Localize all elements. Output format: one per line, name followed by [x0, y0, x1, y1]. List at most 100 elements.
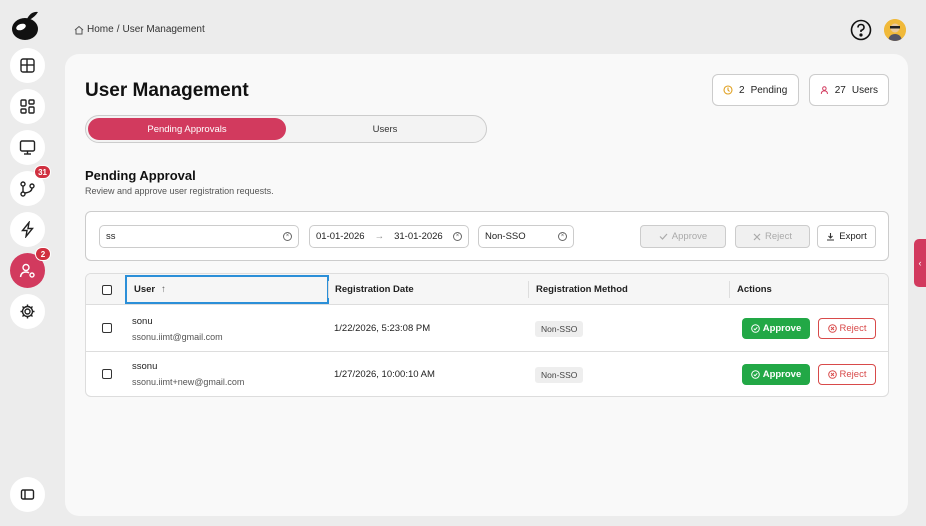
row-checkbox[interactable]	[102, 369, 112, 379]
main-panel: User Management 2 Pending 27 Users Pendi…	[65, 54, 908, 516]
sidebar-item-monitor[interactable]	[10, 130, 45, 165]
sidebar-item-automation[interactable]	[10, 212, 45, 247]
bulk-reject-button[interactable]: Reject	[735, 225, 810, 248]
column-divider	[328, 281, 329, 298]
registration-date: 1/22/2026, 5:23:08 PM	[334, 323, 431, 334]
sidebar-item-settings[interactable]	[10, 294, 45, 329]
tab-pending-approvals[interactable]: Pending Approvals	[88, 118, 286, 140]
sidebar-item-user-management[interactable]: 2	[10, 247, 51, 288]
x-icon	[753, 233, 761, 240]
user-name: sonu	[132, 316, 153, 327]
sidebar-collapse-button[interactable]	[10, 477, 45, 512]
reject-button[interactable]: Reject	[818, 318, 876, 339]
avatar[interactable]	[884, 19, 906, 41]
dashboard-grid-icon	[20, 58, 35, 73]
x-circle-icon	[827, 370, 837, 379]
home-icon	[74, 25, 84, 34]
users-count: 27	[834, 84, 846, 96]
settings-icon	[20, 304, 35, 319]
export-button[interactable]: Export	[817, 225, 876, 248]
reject-label: Reject	[839, 323, 867, 334]
select-all-checkbox[interactable]	[102, 285, 112, 295]
pending-label: Pending	[750, 84, 788, 96]
bulk-reject-label: Reject	[765, 231, 792, 242]
monitor-icon	[19, 140, 36, 155]
clock-icon	[723, 85, 733, 95]
sidebar-item-widgets[interactable]	[10, 89, 45, 124]
workflow-icon	[20, 181, 35, 197]
table-row: ssonu ssonu.iimt+new@gmail.com 1/27/2026…	[86, 351, 888, 396]
date-range-picker[interactable]: 01-01-2026 → 31-01-2026 ×	[309, 225, 469, 248]
user-icon	[820, 86, 828, 94]
user-management-icon	[19, 263, 35, 278]
user-email: ssonu.iimt@gmail.com	[132, 332, 223, 342]
export-label: Export	[839, 231, 867, 242]
chevron-left-icon: ‹	[918, 258, 922, 268]
reject-label: Reject	[839, 369, 867, 380]
sidebar-toggle-icon	[20, 489, 35, 500]
column-registration-method[interactable]: Registration Method	[536, 274, 628, 305]
sidebar-item-workflow[interactable]: 31	[10, 165, 51, 206]
breadcrumb-home[interactable]: Home	[87, 24, 114, 35]
search-value: ss	[106, 231, 116, 242]
breadcrumb-separator: /	[116, 24, 120, 35]
table-row: sonu ssonu.iimt@gmail.com 1/22/2026, 5:2…	[86, 305, 888, 351]
search-input[interactable]: ss ×	[99, 225, 299, 248]
users-label: Users	[851, 84, 878, 96]
column-divider	[729, 281, 730, 298]
view-tabs: Pending Approvals Users	[85, 115, 487, 143]
column-registration-date[interactable]: Registration Date	[335, 274, 414, 305]
row-checkbox[interactable]	[102, 323, 112, 333]
filter-bar: ss × 01-01-2026 → 31-01-2026 × Non-SSO ×…	[85, 211, 889, 261]
table-header: User ↑ Registration Date Registration Me…	[86, 274, 888, 305]
app-logo[interactable]	[11, 9, 41, 41]
sidebar: 31 2	[0, 0, 54, 526]
pending-stat: 2 Pending	[712, 74, 799, 106]
method-tag: Non-SSO	[535, 321, 584, 337]
section-subtitle: Review and approve user registration req…	[85, 186, 274, 196]
download-icon	[827, 233, 835, 241]
user-email: ssonu.iimt+new@gmail.com	[132, 377, 245, 387]
breadcrumb-current: User Management	[122, 24, 205, 35]
method-tag: Non-SSO	[535, 367, 584, 383]
approve-label: Approve	[762, 369, 802, 380]
lightning-icon	[21, 221, 34, 238]
reject-button[interactable]: Reject	[818, 364, 876, 385]
pending-table: User ↑ Registration Date Registration Me…	[85, 273, 889, 397]
sidebar-item-dashboard[interactable]	[10, 48, 45, 83]
column-user[interactable]: User ↑	[134, 274, 166, 305]
column-actions: Actions	[737, 284, 772, 295]
workflow-badge: 31	[34, 165, 51, 179]
clear-method-icon[interactable]: ×	[558, 232, 567, 241]
date-from: 01-01-2026	[316, 231, 365, 242]
sort-arrow-icon: ↑	[161, 284, 166, 295]
x-circle-icon	[827, 324, 837, 333]
header-actions	[850, 19, 906, 41]
check-icon	[659, 233, 668, 240]
user-management-badge: 2	[35, 247, 51, 261]
registration-date: 1/27/2026, 10:00:10 AM	[334, 369, 435, 380]
check-circle-icon	[750, 324, 760, 333]
method-select[interactable]: Non-SSO ×	[478, 225, 574, 248]
column-divider	[528, 281, 529, 298]
date-arrow: →	[374, 231, 385, 242]
page-title: User Management	[85, 80, 249, 101]
date-to: 31-01-2026	[394, 231, 443, 242]
users-stat: 27 Users	[809, 74, 889, 106]
pending-count: 2	[739, 84, 745, 96]
approve-button[interactable]: Approve	[742, 364, 810, 385]
column-user-label: User	[134, 284, 156, 295]
widgets-icon	[20, 99, 35, 114]
approve-button[interactable]: Approve	[742, 318, 810, 339]
method-value: Non-SSO	[485, 231, 526, 242]
clear-search-icon[interactable]: ×	[283, 232, 292, 241]
bulk-approve-button[interactable]: Approve	[640, 225, 726, 248]
check-circle-icon	[750, 370, 760, 379]
user-name: ssonu	[132, 361, 158, 372]
side-panel-handle[interactable]: ‹	[914, 239, 926, 287]
clear-date-icon[interactable]: ×	[453, 232, 462, 241]
tab-users[interactable]: Users	[286, 118, 484, 140]
breadcrumb: Home / User Management	[74, 24, 205, 35]
help-icon[interactable]	[850, 19, 872, 41]
approve-label: Approve	[762, 323, 802, 334]
